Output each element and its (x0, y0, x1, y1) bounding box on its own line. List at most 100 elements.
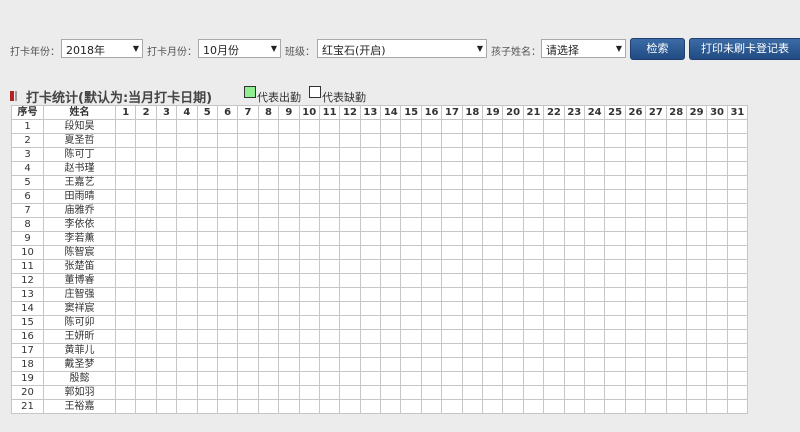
attendance-cell (482, 371, 504, 386)
table-row: 18 戴圣梦 (11, 357, 749, 372)
attendance-cell (420, 371, 443, 386)
attendance-cell (685, 189, 708, 204)
attendance-cell (176, 385, 198, 400)
attendance-cell (380, 315, 402, 330)
attendance-cell (461, 315, 484, 330)
attendance-cell (604, 217, 626, 232)
attendance-cell (726, 189, 749, 204)
attendance-cell (380, 147, 402, 162)
attendance-cell (114, 161, 137, 176)
attendance-cell (257, 371, 280, 386)
attendance-cell (318, 343, 341, 358)
attendance-cell (461, 371, 484, 386)
attendance-cell (685, 161, 708, 176)
attendance-cell (461, 357, 484, 372)
attendance-cell (604, 371, 626, 386)
attendance-cell (114, 287, 137, 302)
attendance-cell (155, 287, 178, 302)
attendance-cell (420, 329, 443, 344)
search-button[interactable]: 检索 (630, 38, 685, 60)
attendance-cell (278, 287, 300, 302)
attendance-cell (482, 399, 504, 414)
attendance-cell (726, 287, 749, 302)
attendance-cell (543, 259, 565, 274)
row-index: 4 (11, 161, 44, 176)
attendance-cell (726, 161, 749, 176)
attendance-cell (400, 189, 422, 204)
row-index: 5 (11, 175, 44, 190)
attendance-cell (318, 259, 341, 274)
attendance-cell (135, 147, 157, 162)
attendance-cell (216, 175, 239, 190)
attendance-cell (339, 329, 361, 344)
attendance-cell (216, 147, 239, 162)
attendance-cell (563, 343, 585, 358)
attendance-cell (359, 385, 382, 400)
attendance-cell (400, 133, 422, 148)
attendance-cell (645, 287, 667, 302)
column-header-day: 28 (665, 105, 687, 120)
row-index: 12 (11, 273, 44, 288)
attendance-cell (502, 245, 524, 260)
attendance-cell (706, 119, 728, 134)
table-row: 4 赵书瑾 (11, 161, 749, 176)
attendance-cell (726, 119, 749, 134)
table-header-row: 序号 姓名 1 2 3 4 5 6 7 8 9 10 11 12 13 14 15 16 17 18 19 20 21 22 2… (11, 105, 749, 120)
attendance-cell (318, 273, 341, 288)
attendance-cell (359, 203, 382, 218)
attendance-cell (176, 315, 198, 330)
attendance-cell (400, 357, 422, 372)
attendance-cell (665, 175, 687, 190)
attendance-cell (359, 119, 382, 134)
attendance-cell (645, 217, 667, 232)
section-marker-icon (10, 91, 14, 101)
attendance-cell (114, 357, 137, 372)
attendance-cell (706, 259, 728, 274)
attendance-cell (685, 315, 708, 330)
attendance-cell (298, 175, 320, 190)
attendance-cell (298, 217, 320, 232)
attendance-cell (135, 399, 157, 414)
table-row: 9 李若薰 (11, 231, 749, 246)
attendance-cell (726, 175, 749, 190)
legend-present-swatch (244, 86, 256, 98)
attendance-cell (114, 119, 137, 134)
attendance-cell (482, 343, 504, 358)
attendance-cell (665, 259, 687, 274)
attendance-cell (441, 385, 463, 400)
attendance-cell (522, 133, 545, 148)
attendance-cell (216, 161, 239, 176)
attendance-cell (318, 385, 341, 400)
attendance-cell (482, 259, 504, 274)
attendance-cell (176, 273, 198, 288)
attendance-cell (543, 273, 565, 288)
attendance-cell (339, 385, 361, 400)
attendance-cell (645, 203, 667, 218)
attendance-cell (380, 287, 402, 302)
year-select[interactable]: 2018年 ▼ (61, 39, 143, 58)
attendance-cell (237, 357, 259, 372)
attendance-cell (114, 217, 137, 232)
attendance-cell (685, 133, 708, 148)
child-select[interactable]: 请选择 ▼ (541, 39, 626, 58)
attendance-cell (114, 175, 137, 190)
attendance-cell (298, 203, 320, 218)
attendance-cell (543, 287, 565, 302)
attendance-cell (155, 385, 178, 400)
attendance-cell (604, 301, 626, 316)
attendance-cell (441, 147, 463, 162)
attendance-cell (176, 189, 198, 204)
month-select[interactable]: 10月份 ▼ (198, 39, 281, 58)
print-unswiped-button[interactable]: 打印未刷卡登记表 (689, 38, 800, 60)
attendance-cell (359, 175, 382, 190)
attendance-cell (278, 189, 300, 204)
attendance-cell (461, 245, 484, 260)
attendance-cell (726, 357, 749, 372)
attendance-cell (359, 189, 382, 204)
attendance-cell (176, 119, 198, 134)
class-select[interactable]: 红宝石(开启) ▼ (317, 39, 487, 58)
attendance-cell (665, 189, 687, 204)
attendance-cell (665, 245, 687, 260)
attendance-cell (176, 217, 198, 232)
column-header-day: 22 (543, 105, 565, 120)
